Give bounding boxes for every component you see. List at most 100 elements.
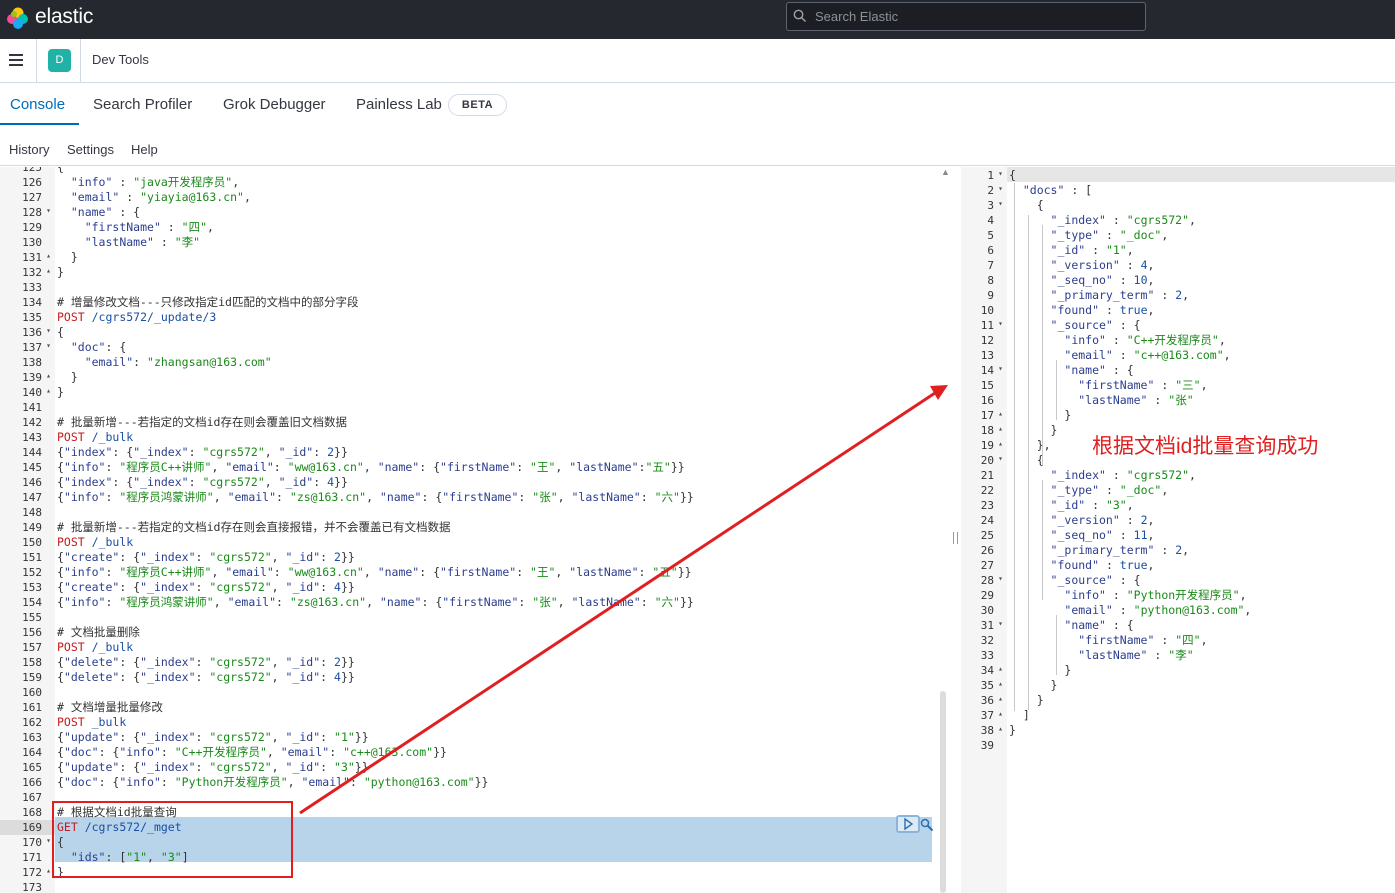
settings-link[interactable]: Settings [67, 142, 114, 157]
menu-icon[interactable] [9, 54, 23, 66]
fold-toggle-icon[interactable]: ▴ [998, 679, 1003, 688]
fold-toggle-icon[interactable]: ▴ [998, 664, 1003, 673]
code-line[interactable]: {"create": {"_index": "cgrs572", "_id": … [57, 550, 355, 565]
code-line[interactable]: "email" : "python@163.com", [1009, 603, 1251, 618]
code-line[interactable]: "email" : "yiayia@163.cn", [57, 190, 251, 205]
fold-toggle-icon[interactable]: ▾ [998, 619, 1003, 628]
code-line[interactable]: "lastName" : "张" [1009, 393, 1193, 408]
code-line[interactable]: # 文档增量批量修改 [57, 700, 163, 715]
editor-scrollbar[interactable] [940, 691, 946, 893]
code-line[interactable]: {"info": "程序员鸿蒙讲师", "email": "zs@163.cn"… [57, 595, 694, 610]
fold-toggle-icon[interactable]: ▴ [998, 424, 1003, 433]
space-avatar[interactable]: D [48, 49, 71, 72]
code-line[interactable]: {"delete": {"_index": "cgrs572", "_id": … [57, 670, 355, 685]
code-line[interactable]: "info" : "java开发程序员", [57, 175, 239, 190]
code-line[interactable]: "lastName" : "李" [57, 235, 200, 250]
code-line[interactable]: "doc": { [57, 340, 126, 355]
code-line[interactable]: "_primary_term" : 2, [1009, 288, 1190, 303]
code-line[interactable]: "_seq_no" : 11, [1009, 528, 1155, 543]
fold-toggle-icon[interactable]: ▾ [998, 454, 1003, 463]
fold-toggle-icon[interactable]: ▴ [998, 439, 1003, 448]
fold-toggle-icon[interactable]: ▾ [998, 319, 1003, 328]
code-line[interactable]: "_version" : 4, [1009, 258, 1155, 273]
fold-toggle-icon[interactable]: ▾ [46, 326, 51, 335]
code-line[interactable]: POST _bulk [57, 715, 126, 730]
search-input[interactable]: Search Elastic [786, 2, 1146, 31]
fold-toggle-icon[interactable]: ▾ [46, 836, 51, 845]
code-line[interactable]: "firstName" : "四", [57, 220, 214, 235]
code-line[interactable]: "_seq_no" : 10, [1009, 273, 1155, 288]
resize-grip-icon[interactable] [953, 532, 958, 544]
code-line[interactable]: {"doc": {"info": "Python开发程序员", "email":… [57, 775, 488, 790]
code-line[interactable]: { [1009, 168, 1016, 183]
code-line[interactable]: } [57, 385, 64, 400]
code-line[interactable]: "firstName" : "三", [1009, 378, 1207, 393]
brand-name[interactable]: elastic [35, 5, 93, 29]
response-pane[interactable]: 1 ▾ 2 ▾ 3 ▾ 4 5 6 7 8 9 10 11 ▾ 12 13 14 ▾ 15 16 17 ▴ 18 ▴ 19 ▴ 20 ▾… [961, 167, 1395, 893]
scroll-up-arrow[interactable]: ▲ [941, 167, 950, 177]
code-line[interactable]: POST /cgrs572/_update/3 [57, 310, 216, 325]
fold-toggle-icon[interactable]: ▴ [46, 371, 51, 380]
code-line[interactable]: {"info": "程序员鸿蒙讲师", "email": "zs@163.cn"… [57, 490, 694, 505]
fold-toggle-icon[interactable]: ▾ [46, 341, 51, 350]
breadcrumb[interactable]: Dev Tools [92, 52, 149, 67]
fold-toggle-icon[interactable]: ▴ [998, 709, 1003, 718]
elastic-logo-icon[interactable] [6, 6, 30, 30]
code-line[interactable]: } [1009, 408, 1071, 423]
code-line[interactable]: "_version" : 2, [1009, 513, 1155, 528]
code-line[interactable]: {"index": {"_index": "cgrs572", "_id": 2… [57, 445, 348, 460]
code-line[interactable]: "_index" : "cgrs572", [1009, 468, 1196, 483]
tab-search-profiler[interactable]: Search Profiler [93, 96, 192, 113]
code-line[interactable]: {"update": {"_index": "cgrs572", "_id": … [57, 730, 369, 745]
fold-toggle-icon[interactable]: ▾ [998, 199, 1003, 208]
code-line[interactable]: {"info": "程序员C++讲师", "email": "ww@163.cn… [57, 460, 685, 475]
code-line[interactable]: } [57, 370, 78, 385]
code-line[interactable]: {"update": {"_index": "cgrs572", "_id": … [57, 760, 369, 775]
code-line[interactable]: "info" : "Python开发程序员", [1009, 588, 1246, 603]
code-line[interactable]: # 文档批量删除 [57, 625, 140, 640]
code-line[interactable]: # 批量新增---若指定的文档id存在则会直接报错，并不会覆盖已有文档数据 [57, 520, 450, 535]
code-line[interactable]: "found" : true, [1009, 558, 1155, 573]
fold-toggle-icon[interactable]: ▴ [46, 251, 51, 260]
code-line[interactable]: POST /_bulk [57, 535, 133, 550]
history-link[interactable]: History [9, 142, 49, 157]
code-line[interactable]: } [1009, 663, 1071, 678]
code-line[interactable]: } [57, 250, 78, 265]
fold-toggle-icon[interactable]: ▴ [998, 409, 1003, 418]
code-line[interactable]: {"info": "程序员C++讲师", "email": "ww@163.cn… [57, 565, 692, 580]
code-line[interactable]: "_type" : "_doc", [1009, 228, 1169, 243]
code-line[interactable]: {"create": {"_index": "cgrs572", "_id": … [57, 580, 355, 595]
fold-toggle-icon[interactable]: ▴ [998, 694, 1003, 703]
code-line[interactable]: "docs" : [ [1009, 183, 1092, 198]
tab-painless-lab[interactable]: Painless Lab [356, 96, 442, 113]
tab-grok-debugger[interactable]: Grok Debugger [223, 96, 326, 113]
code-line[interactable]: POST /_bulk [57, 430, 133, 445]
fold-toggle-icon[interactable]: ▾ [998, 169, 1003, 178]
code-line[interactable]: "name" : { [57, 205, 140, 220]
code-line[interactable]: } [1009, 723, 1016, 738]
fold-toggle-icon[interactable]: ▴ [46, 866, 51, 875]
code-line[interactable]: # 增量修改文档---只修改指定id匹配的文档中的部分字段 [57, 295, 358, 310]
wrench-icon[interactable] [920, 818, 934, 832]
code-line[interactable]: "email": "zhangsan@163.com" [57, 355, 272, 370]
response-code[interactable]: { "docs" : [ { "_index" : "cgrs572", "_t… [1009, 167, 1395, 893]
request-code[interactable]: { "info" : "java开发程序员", "email" : "yiayi… [57, 167, 937, 893]
code-line[interactable]: } [57, 265, 64, 280]
fold-toggle-icon[interactable]: ▾ [998, 364, 1003, 373]
help-link[interactable]: Help [131, 142, 158, 157]
code-line[interactable]: { [57, 325, 64, 340]
code-line[interactable]: {"doc": {"info": "C++开发程序员", "email": "c… [57, 745, 447, 760]
fold-toggle-icon[interactable]: ▴ [46, 266, 51, 275]
code-line[interactable]: {"index": {"_index": "cgrs572", "_id": 4… [57, 475, 348, 490]
code-line[interactable]: "lastName" : "李" [1009, 648, 1193, 663]
code-line[interactable]: POST /_bulk [57, 640, 133, 655]
code-line[interactable]: "found" : true, [1009, 303, 1155, 318]
fold-toggle-icon[interactable]: ▾ [46, 206, 51, 215]
fold-toggle-icon[interactable]: ▾ [998, 184, 1003, 193]
code-line[interactable]: "_index" : "cgrs572", [1009, 213, 1196, 228]
code-line[interactable]: {"delete": {"_index": "cgrs572", "_id": … [57, 655, 355, 670]
code-line[interactable]: "_type" : "_doc", [1009, 483, 1169, 498]
code-line[interactable]: } [1009, 423, 1058, 438]
code-line[interactable]: { [57, 167, 64, 175]
code-line[interactable]: } [1009, 678, 1058, 693]
